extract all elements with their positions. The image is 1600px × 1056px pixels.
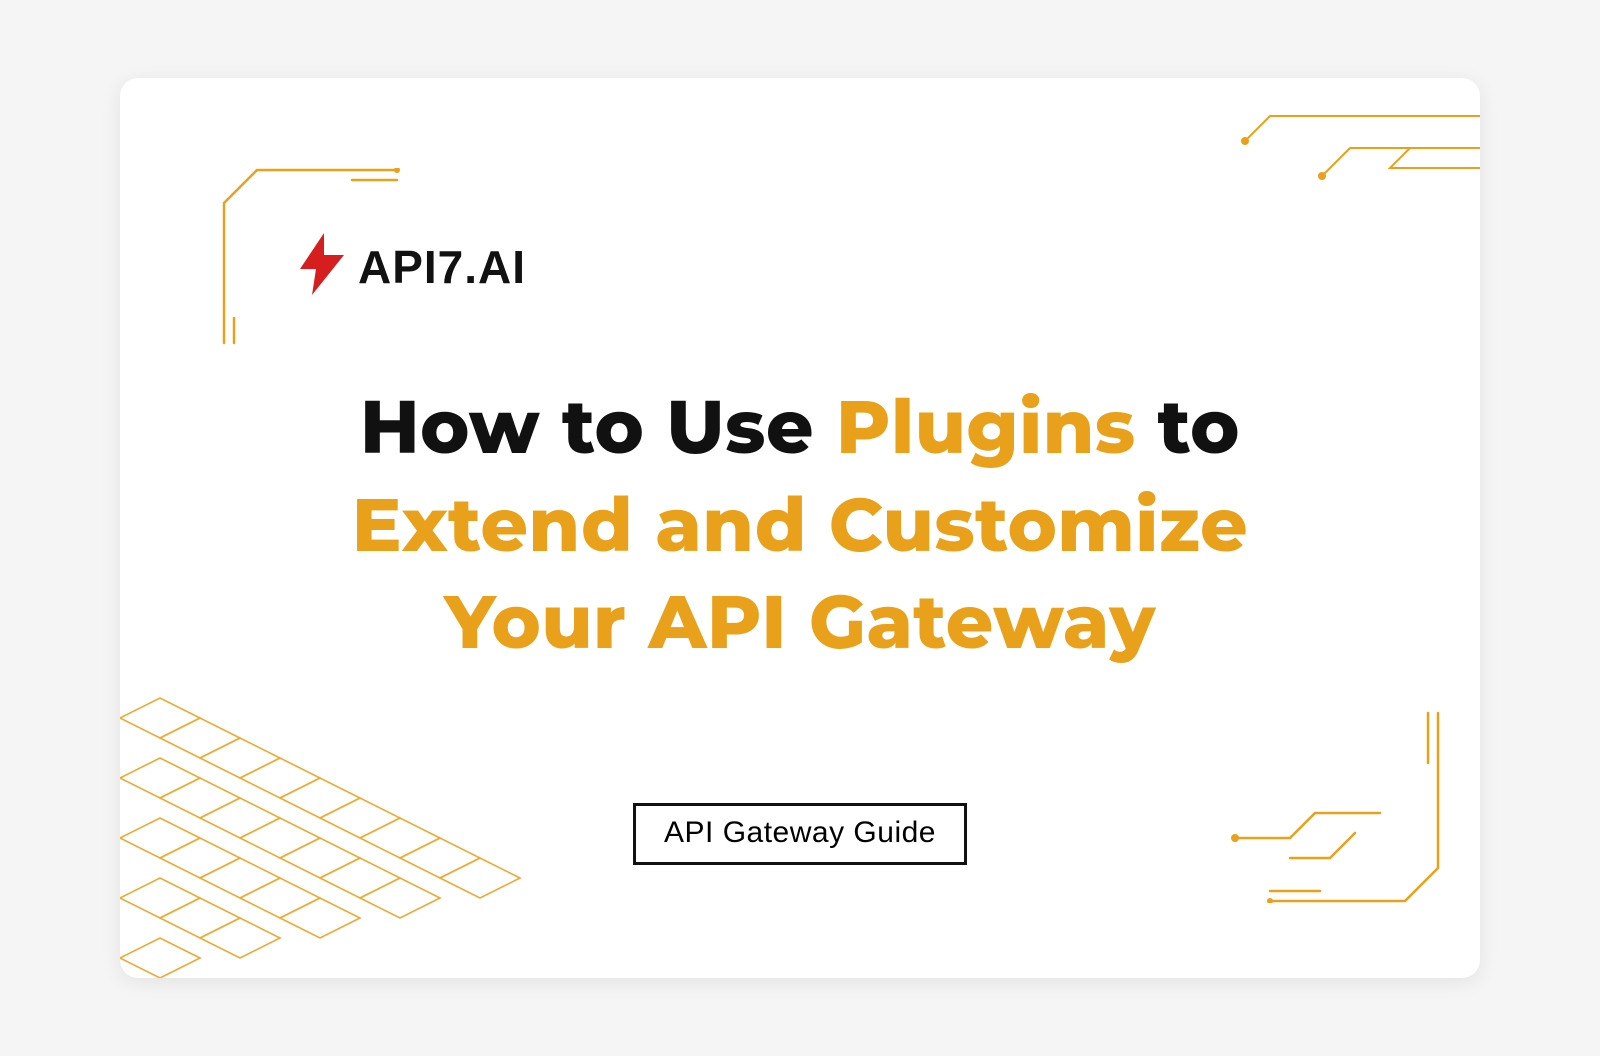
category-badge-label: API Gateway Guide	[664, 816, 936, 849]
lightning-icon	[300, 233, 344, 300]
corner-bottom-left-pattern	[120, 658, 540, 978]
brand-logo: aPI7.aI	[300, 233, 526, 300]
slide-card: aPI7.aI How to Use Plugins to Extend and…	[120, 78, 1480, 978]
corner-top-right-circuit	[1230, 96, 1480, 216]
title-segment: How to Use	[360, 381, 836, 472]
slide-title: How to Use Plugins to Extend and Customi…	[280, 378, 1320, 671]
category-badge: API Gateway Guide	[633, 803, 967, 865]
corner-bottom-right-bracket	[1180, 703, 1440, 903]
title-accent: Plugins	[836, 381, 1136, 472]
title-accent: Extend and Customize Your API Gateway	[352, 479, 1248, 668]
brand-logo-text: aPI7.aI	[358, 240, 526, 294]
title-segment: to	[1136, 381, 1240, 472]
